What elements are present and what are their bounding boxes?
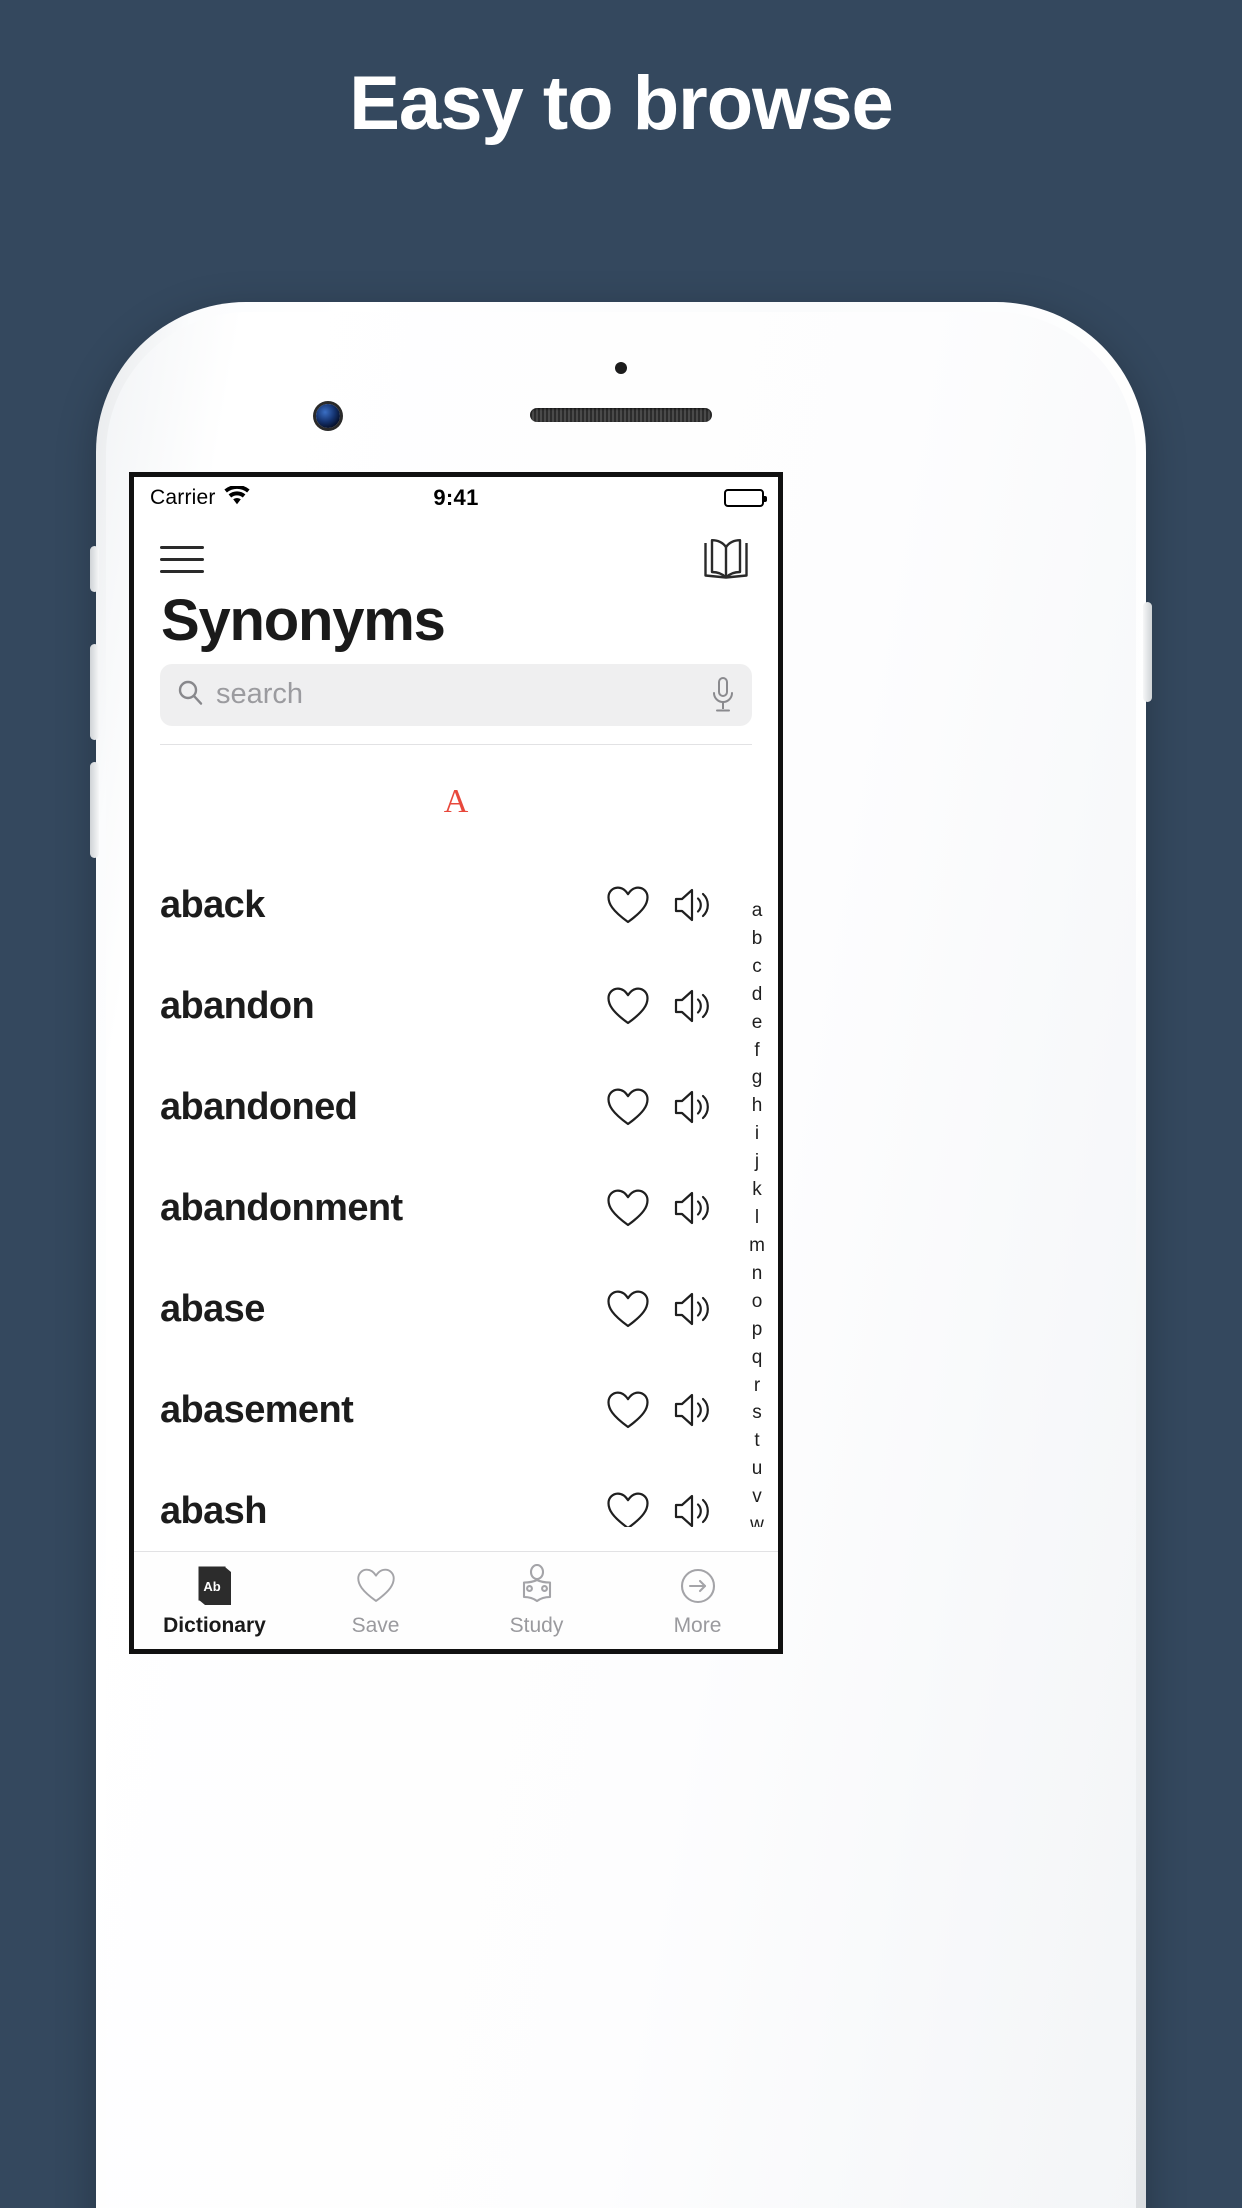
alphabet-index-rail[interactable]: abcdefghijklmnopqrstuvwxyz (744, 897, 770, 1527)
search-placeholder-text: search (216, 678, 304, 711)
word-list-item[interactable]: abasement (134, 1360, 778, 1461)
section-header-letter: A (443, 782, 469, 820)
hamburger-menu-icon[interactable] (160, 537, 204, 582)
microphone-icon[interactable] (710, 676, 736, 714)
svg-text:Ab: Ab (203, 1579, 220, 1594)
alphabet-index-letter[interactable]: h (752, 1092, 763, 1120)
tab-label: Save (351, 1613, 400, 1637)
alphabet-index-letter[interactable]: i (755, 1120, 759, 1148)
word-label: aback (160, 883, 265, 926)
alphabet-index-letter[interactable]: j (755, 1148, 759, 1176)
alphabet-index-letter[interactable]: v (752, 1483, 762, 1511)
battery-full-icon (724, 489, 767, 507)
speaker-sound-icon[interactable] (672, 1290, 714, 1328)
volume-up-button[interactable] (90, 644, 99, 740)
alphabet-index-letter[interactable]: p (752, 1316, 763, 1344)
hamburger-line (160, 557, 204, 561)
word-label: abandoned (160, 1085, 358, 1128)
phone-screen: Carrier 9:41 Synonyms search A aback aba… (129, 472, 783, 1654)
alphabet-index-letter[interactable]: g (752, 1064, 763, 1092)
heart-outline-icon[interactable] (606, 1087, 650, 1127)
word-list[interactable]: A aback abandon abandoned abandonment abase a… (134, 745, 778, 1527)
hamburger-line (160, 569, 204, 573)
page-title: Synonyms (161, 588, 446, 653)
heart-outline-icon[interactable] (606, 885, 650, 925)
alphabet-index-letter[interactable]: t (754, 1427, 759, 1455)
word-label: abasement (160, 1388, 354, 1431)
heart-outline-icon[interactable] (606, 1289, 650, 1329)
alphabet-index-letter[interactable]: w (750, 1511, 764, 1527)
heart-outline-icon[interactable] (606, 1390, 650, 1430)
alphabet-index-letter[interactable]: a (752, 897, 763, 925)
heart-outline-icon (356, 1564, 396, 1608)
speaker-sound-icon[interactable] (672, 886, 714, 924)
alphabet-index-letter[interactable]: c (752, 953, 762, 981)
alphabet-index-letter[interactable]: r (754, 1372, 760, 1400)
alphabet-index-letter[interactable]: u (752, 1455, 763, 1483)
word-label: abandon (160, 984, 315, 1027)
alphabet-index-letter[interactable]: k (752, 1176, 762, 1204)
alphabet-index-letter[interactable]: d (752, 981, 763, 1009)
status-bar: Carrier 9:41 (134, 477, 778, 519)
word-list-item[interactable]: abandon (134, 956, 778, 1057)
speaker-sound-icon[interactable] (672, 1391, 714, 1429)
word-rows-container: aback abandon abandoned abandonment abase aba… (134, 855, 778, 1527)
open-book-icon[interactable] (700, 537, 752, 581)
proximity-sensor-icon (615, 362, 627, 374)
tab-dictionary[interactable]: Ab Dictionary (134, 1552, 295, 1649)
word-label: abandonment (160, 1186, 403, 1229)
speaker-sound-icon[interactable] (672, 1189, 714, 1227)
word-list-item[interactable]: aback (134, 855, 778, 956)
word-label: abase (160, 1287, 265, 1330)
word-list-item[interactable]: abandonment (134, 1158, 778, 1259)
word-list-item[interactable]: abandoned (134, 1057, 778, 1158)
header-row (160, 529, 752, 589)
alphabet-index-letter[interactable]: f (754, 1037, 759, 1065)
tab-study[interactable]: Study (456, 1552, 617, 1649)
tab-label: Dictionary (163, 1613, 266, 1637)
arrow-right-circle-icon (676, 1564, 720, 1608)
heart-outline-icon[interactable] (606, 986, 650, 1026)
word-label: abash (160, 1489, 267, 1527)
tab-save[interactable]: Save (295, 1552, 456, 1649)
power-button[interactable] (1143, 602, 1152, 702)
bottom-tab-bar[interactable]: Ab Dictionary Save Study More (134, 1551, 778, 1649)
volume-down-button[interactable] (90, 762, 99, 858)
heart-outline-icon[interactable] (606, 1188, 650, 1228)
hamburger-line (160, 545, 204, 549)
alphabet-index-letter[interactable]: o (752, 1288, 763, 1316)
marketing-headline: Easy to browse (349, 61, 894, 146)
tab-label: More (673, 1613, 722, 1637)
speaker-sound-icon[interactable] (672, 1088, 714, 1126)
alphabet-index-letter[interactable]: m (749, 1232, 765, 1260)
mute-switch-button[interactable] (90, 546, 99, 592)
speaker-sound-icon[interactable] (672, 987, 714, 1025)
search-icon (176, 678, 204, 711)
status-bar-right (724, 489, 767, 507)
tab-label: Study (509, 1613, 564, 1637)
alphabet-index-letter[interactable]: n (752, 1260, 763, 1288)
person-reading-icon (515, 1563, 559, 1608)
status-bar-clock: 9:41 (433, 485, 479, 510)
alphabet-index-letter[interactable]: b (752, 925, 763, 953)
heart-outline-icon[interactable] (606, 1491, 650, 1527)
app-header: Synonyms search (134, 519, 778, 745)
alphabet-index-letter[interactable]: e (752, 1009, 763, 1037)
word-list-item[interactable]: abase (134, 1259, 778, 1360)
alphabet-index-letter[interactable]: l (755, 1204, 759, 1232)
dictionary-book-icon: Ab (194, 1564, 236, 1608)
alphabet-index-letter[interactable]: s (752, 1399, 762, 1427)
word-list-item[interactable]: abash (134, 1461, 778, 1527)
speaker-sound-icon[interactable] (672, 1492, 714, 1527)
tab-more[interactable]: More (617, 1552, 778, 1649)
search-input[interactable]: search (160, 663, 752, 726)
alphabet-index-letter[interactable]: q (752, 1344, 763, 1372)
